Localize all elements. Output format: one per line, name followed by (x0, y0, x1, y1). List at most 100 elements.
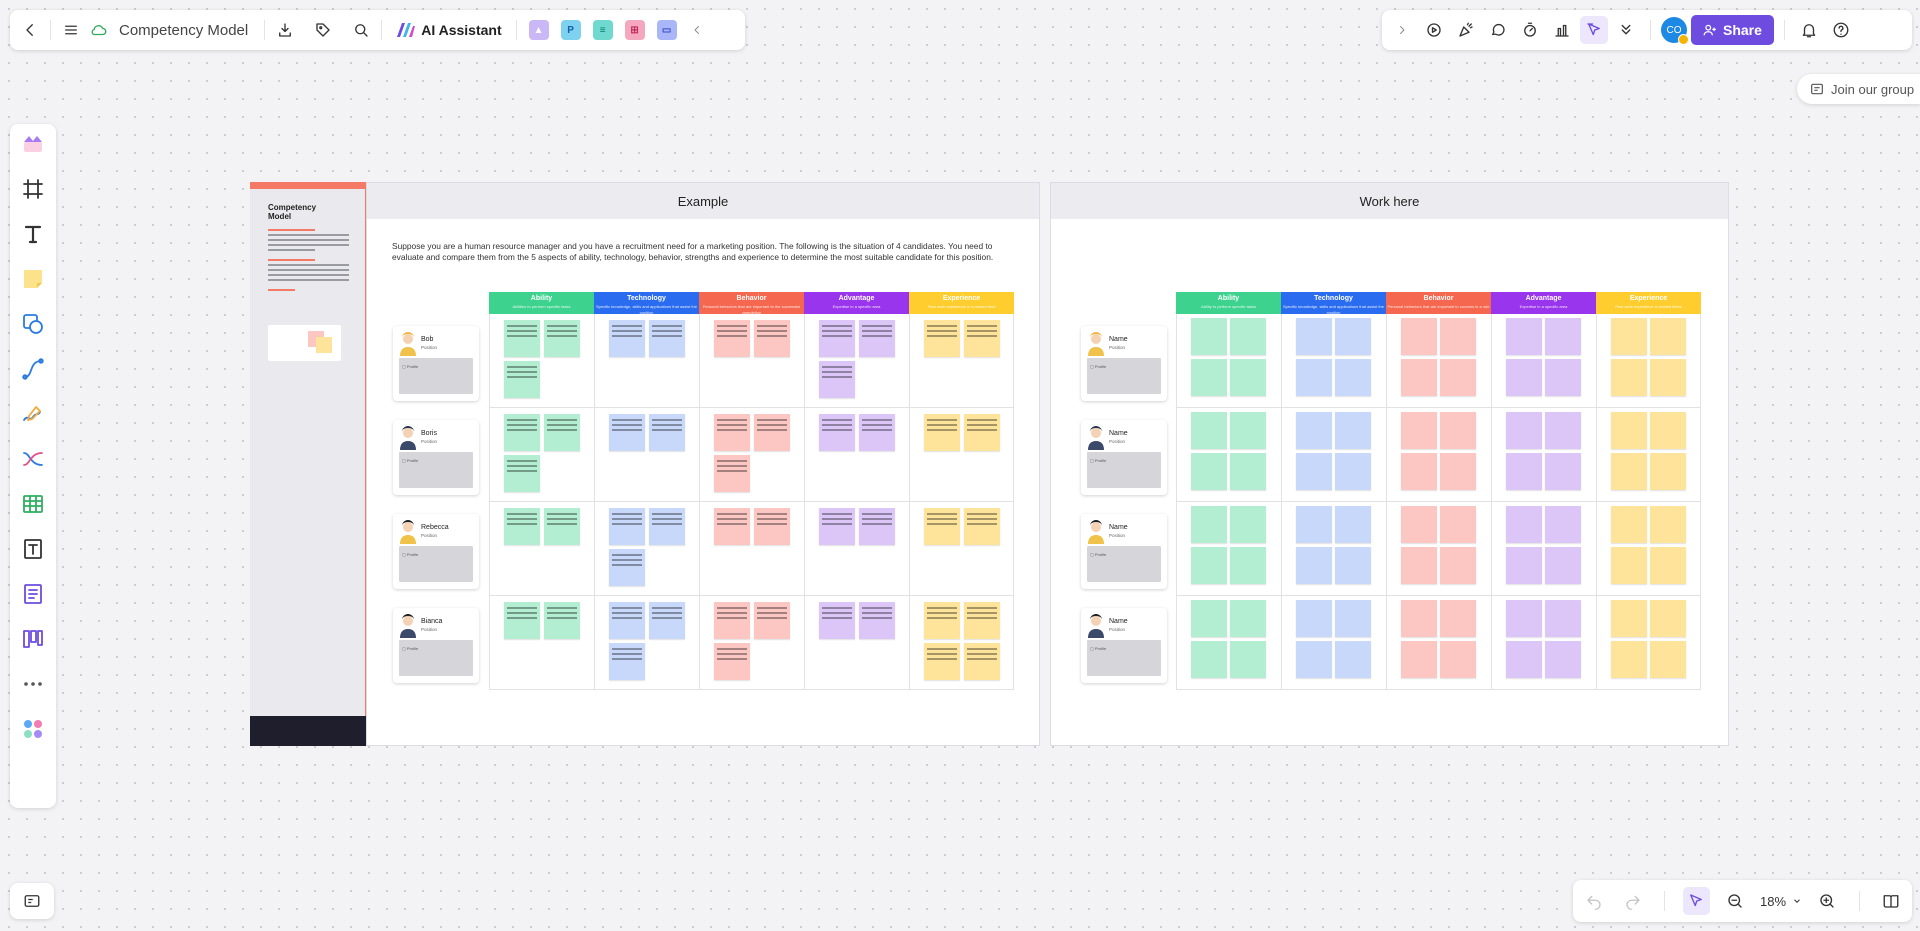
book-icon[interactable] (1878, 887, 1905, 915)
sticky-note[interactable] (1191, 641, 1227, 678)
sticky-note[interactable] (714, 414, 750, 451)
image-plugin-icon[interactable]: ▲ (528, 20, 549, 40)
candidate-card[interactable]: Name Position ▢ Profile (1081, 420, 1167, 495)
sticky-note[interactable] (819, 508, 855, 545)
sticky-note[interactable] (1611, 453, 1647, 490)
sticky-note[interactable] (754, 602, 790, 639)
sticky-note[interactable] (1296, 412, 1332, 449)
sticky-note[interactable] (1611, 600, 1647, 637)
sticky-note[interactable] (1440, 412, 1476, 449)
sticky-note[interactable] (1545, 547, 1581, 584)
sticky-note[interactable] (649, 414, 685, 451)
vote-icon[interactable] (1548, 16, 1576, 44)
sticky-note[interactable] (544, 508, 580, 545)
sticky-note[interactable] (754, 320, 790, 357)
sticky-note[interactable] (609, 508, 645, 545)
sticky-note[interactable] (1296, 453, 1332, 490)
sticky-note[interactable] (504, 455, 540, 492)
sticky-note[interactable] (964, 320, 1000, 357)
sticky-note[interactable] (609, 549, 645, 586)
sticky-note[interactable] (649, 602, 685, 639)
sticky-note[interactable] (964, 414, 1000, 451)
sticky-note[interactable] (649, 320, 685, 357)
kanban-icon[interactable] (16, 623, 50, 655)
sticky-note[interactable] (1545, 506, 1581, 543)
sticky-note[interactable] (1230, 600, 1266, 637)
sticky-note[interactable] (1335, 359, 1371, 396)
text-icon[interactable] (16, 218, 50, 250)
sticky-note[interactable] (1611, 547, 1647, 584)
sticky-note[interactable] (1611, 506, 1647, 543)
sticky-note[interactable] (504, 320, 540, 357)
connector-icon[interactable] (16, 353, 50, 385)
sticky-note[interactable] (1296, 641, 1332, 678)
help-icon[interactable] (1827, 16, 1855, 44)
sticky-note[interactable] (1296, 547, 1332, 584)
mindmap-plugin-icon[interactable]: ⊞ (624, 20, 645, 40)
zoom-in-icon[interactable] (1814, 887, 1841, 915)
sticky-note[interactable] (1191, 453, 1227, 490)
sticky-note[interactable] (1650, 359, 1686, 396)
flow-plugin-icon[interactable]: ≡ (592, 20, 613, 40)
sticky-note[interactable] (1440, 600, 1476, 637)
sticky-note[interactable] (1440, 318, 1476, 355)
sticky-note[interactable] (754, 414, 790, 451)
sticky-note[interactable] (964, 643, 1000, 680)
sticky-note[interactable] (819, 361, 855, 398)
sticky-note[interactable] (1611, 412, 1647, 449)
sticky-note[interactable] (1401, 318, 1437, 355)
sticky-note[interactable] (1506, 547, 1542, 584)
sticky-note[interactable] (1230, 412, 1266, 449)
sticky-note[interactable] (1230, 506, 1266, 543)
sticky-note[interactable] (504, 508, 540, 545)
sticky-note[interactable] (924, 414, 960, 451)
candidate-card[interactable]: Bob Position ▢ Profile (393, 326, 479, 401)
sticky-note[interactable] (1650, 318, 1686, 355)
sticky-note[interactable] (819, 414, 855, 451)
sticky-note[interactable] (1440, 453, 1476, 490)
sticky-note[interactable] (1191, 412, 1227, 449)
select-tool-icon[interactable] (1682, 887, 1710, 915)
mindmap-icon[interactable] (16, 443, 50, 475)
sticky-note[interactable] (1440, 506, 1476, 543)
sticky-note[interactable] (1230, 547, 1266, 584)
competency-cover-strip[interactable]: Competency Model (250, 182, 366, 746)
present-icon[interactable] (1420, 16, 1448, 44)
candidate-card[interactable]: Rebecca Position ▢ Profile (393, 514, 479, 589)
sticky-note[interactable] (1506, 412, 1542, 449)
sticky-note[interactable] (924, 320, 960, 357)
sticky-note[interactable] (1440, 641, 1476, 678)
sticky-note-icon[interactable] (16, 263, 50, 295)
sticky-note[interactable] (1440, 359, 1476, 396)
zoom-out-icon[interactable] (1722, 887, 1749, 915)
sticky-note[interactable] (1506, 641, 1542, 678)
sticky-note[interactable] (924, 508, 960, 545)
chat-plugin-icon[interactable]: ▭ (656, 20, 677, 40)
sticky-note[interactable] (1401, 506, 1437, 543)
sticky-note[interactable] (1296, 600, 1332, 637)
sticky-note[interactable] (1191, 318, 1227, 355)
bell-icon[interactable] (1795, 16, 1823, 44)
candidate-card[interactable]: Name Position ▢ Profile (1081, 514, 1167, 589)
sticky-note[interactable] (754, 508, 790, 545)
sticky-note[interactable] (1545, 600, 1581, 637)
expand-icon[interactable] (1388, 16, 1416, 44)
follow-cursor-icon[interactable] (1580, 16, 1608, 44)
sticky-note[interactable] (1230, 453, 1266, 490)
shape-icon[interactable] (16, 308, 50, 340)
sticky-note[interactable] (714, 508, 750, 545)
apps-icon[interactable] (16, 713, 50, 745)
sticky-note[interactable] (1335, 453, 1371, 490)
sticky-note[interactable] (1611, 359, 1647, 396)
collapse-icon[interactable] (683, 16, 711, 44)
sticky-note[interactable] (1545, 359, 1581, 396)
share-button[interactable]: Share (1691, 15, 1774, 45)
sticky-note[interactable] (1401, 547, 1437, 584)
redo-icon[interactable] (1620, 887, 1647, 915)
sticky-note[interactable] (1545, 318, 1581, 355)
table-icon[interactable] (16, 488, 50, 520)
sticky-note[interactable] (1650, 412, 1686, 449)
sticky-note[interactable] (544, 414, 580, 451)
sticky-note[interactable] (1335, 641, 1371, 678)
sticky-note[interactable] (504, 361, 540, 398)
